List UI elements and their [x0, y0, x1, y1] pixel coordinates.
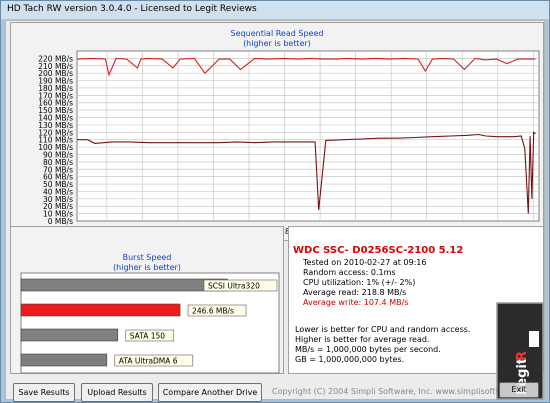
drive-name: WDC SSC- D0256SC-2100 5.12: [293, 245, 464, 256]
sequential-read-chart: 0 MB/s10 MB/s20 MB/s30 MB/s40 MB/s50 MB/…: [38, 50, 545, 236]
note-mbs-definition: MB/s = 1,000,000 bytes per second.: [295, 345, 441, 354]
burst-speed-panel: Burst Speed (higher is better) SCSI Ultr…: [10, 226, 284, 374]
burst-label: SCSI Ultra320: [208, 282, 260, 291]
sequential-read-panel: Sequential Read Speed (higher is better)…: [10, 22, 545, 241]
plot-area: [76, 50, 540, 222]
burst-label: ATA UltraDMA 6: [119, 357, 178, 366]
random-access: Random access: 0.1ms: [303, 268, 396, 277]
note-higher-better: Higher is better for average read.: [295, 335, 430, 344]
compare-another-drive-button[interactable]: Compare Another Drive: [158, 383, 262, 402]
exit-button[interactable]: Exit: [499, 382, 539, 398]
window-title: HD Tach RW version 3.0.4.0 - Licensed to…: [7, 4, 257, 14]
average-write: Average write: 107.4 MB/s: [303, 298, 409, 307]
burst-speed-chart: SCSI Ultra320 246.6 MB/s SATA 150 ATA Ultra…: [20, 272, 280, 374]
upload-results-button[interactable]: Upload Results: [81, 383, 153, 402]
average-read: Average read: 218.8 MB/s: [303, 288, 407, 297]
burst-bar: [20, 328, 119, 342]
svg-text:R: R: [515, 351, 530, 361]
note-lower-better: Lower is better for CPU and random acces…: [295, 325, 471, 334]
burst-bar: [20, 278, 228, 292]
tested-date: Tested on 2010-02-27 at 09:16: [303, 258, 427, 267]
burst-label: SATA 150: [130, 332, 166, 341]
burst-label: 246.6 MB/s: [192, 307, 234, 316]
y-tick-label: 220 MB/s: [38, 54, 73, 63]
title-bar[interactable]: HD Tach RW version 3.0.4.0 - Licensed to…: [1, 1, 549, 19]
app-window: HD Tach RW version 3.0.4.0 - Licensed to…: [0, 0, 550, 403]
save-results-button[interactable]: Save Results: [13, 383, 75, 402]
burst-bar: [20, 303, 181, 317]
cpu-utilization: CPU utilization: 1% (+/- 2%): [303, 278, 416, 287]
note-gb-definition: GB = 1,000,000,000 bytes.: [295, 355, 405, 364]
burst-bar: [20, 353, 108, 367]
client-area: Sequential Read Speed (higher is better)…: [5, 20, 545, 402]
